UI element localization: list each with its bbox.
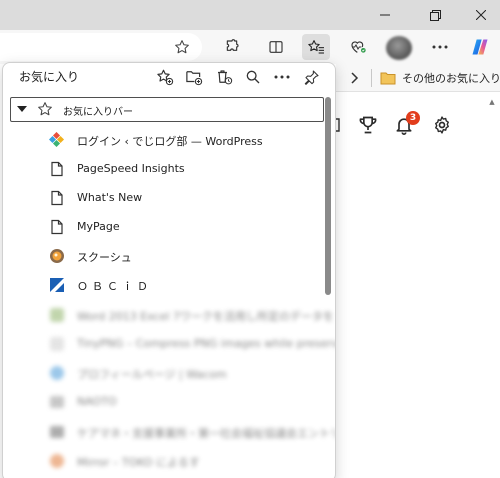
copilot-icon [472,39,488,55]
more-options-button[interactable] [271,66,293,88]
favorite-label: Word 2013 Excel 7ワークを活用し所定のデータを [77,310,334,323]
restore-icon [429,9,441,21]
favorite-label: ＯＢＣｉＤ [77,280,152,293]
more-icon [274,75,290,79]
copilot-button[interactable] [466,34,494,60]
favorite-item-blurred[interactable]: TinyPNG – Compress PNG images while pres… [49,333,335,355]
favorite-item-obcid[interactable]: ＯＢＣｉＤ [49,274,319,296]
favorite-label: スクーシュ [77,251,132,264]
delete-favorites-button[interactable] [213,66,235,88]
orange-avatar-icon [49,248,65,264]
favorite-item-pagespeed[interactable]: PageSpeed Insights [49,158,319,180]
favorites-bar-overflow-chevron[interactable] [350,70,364,86]
page-icon [49,190,65,206]
folder-icon [380,70,396,85]
favorite-label: ログイン ‹ でじログ部 — WordPress [77,135,263,148]
notification-badge: 3 [406,111,420,125]
favorite-item-mypage[interactable]: MyPage [49,216,319,238]
wordpress-diamond-icon [48,131,65,148]
caret-down-icon[interactable] [17,106,27,112]
favorite-label: Mirror – TOKO によるす [77,456,200,469]
add-folder-icon [186,71,203,86]
favorite-item-blurred[interactable]: NAOTO [49,391,319,413]
favorite-item-blurred[interactable]: ケアマネ・支援事業所・第一社会福祉協議会エントリー [49,421,335,443]
page-scrollbar[interactable]: ▲ [488,98,496,468]
page-icon [49,161,65,177]
minimize-icon [380,14,390,16]
favorites-bar-separator [371,69,372,87]
close-button[interactable] [458,0,500,30]
page-partial-icon [336,117,342,136]
blurred-icon [49,453,65,469]
other-favorites-folder[interactable]: その他のお気に入り [402,70,500,86]
blurred-icon [49,365,65,381]
browser-essentials-button[interactable] [344,34,372,60]
add-favorite-icon [157,69,174,86]
web-page-area [336,92,500,478]
split-screen-button[interactable] [262,34,290,60]
add-to-favorites-button[interactable] [168,34,196,60]
panel-title: お気に入り [19,70,80,84]
favorite-item-skoosh[interactable]: スクーシュ [49,245,319,267]
favorite-item-wordpress[interactable]: ログイン ‹ でじログ部 — WordPress [48,129,319,151]
panel-scrollbar-thumb[interactable] [325,97,331,295]
star-outline-icon [37,101,53,121]
pin-panel-button[interactable] [301,66,323,88]
favorite-label: PageSpeed Insights [77,162,185,175]
blurred-icon [49,424,65,440]
pin-icon [304,70,319,85]
favorite-label: ケアマネ・支援事業所・第一社会福祉協議会エントリー [77,427,336,440]
favorite-item-blurred[interactable]: Mirror – TOKO によるす [49,450,319,472]
favorite-label: What's New [77,191,143,204]
split-screen-icon [269,41,283,53]
favorite-item-blurred[interactable]: プロフィールページ | Wacom [49,362,319,384]
favorites-icon [308,40,324,54]
add-folder-button[interactable] [183,66,205,88]
favorite-label: MyPage [77,220,120,233]
chevron-right-icon [351,72,359,84]
favorite-label: プロフィールページ | Wacom [77,368,227,381]
star-outline-icon [175,40,189,54]
search-favorites-button[interactable] [242,66,264,88]
minimize-button[interactable] [362,0,408,30]
restore-button[interactable] [412,0,458,30]
close-icon [476,10,486,20]
blurred-icon [49,307,65,323]
title-bar [0,0,500,30]
delete-history-icon [218,70,233,85]
blurred-icon [49,336,65,352]
settings-and-more-button[interactable] [426,34,454,60]
obcid-logo-icon [49,277,65,293]
favorites-panel: お気に入り お気に入りバー ログイン ‹ でじログ部 — WordPress P… [2,62,336,478]
blurred-icon [49,394,65,410]
scroll-up-arrow-icon[interactable]: ▲ [488,98,496,108]
folder-label: お気に入りバー [63,107,133,118]
favorite-label: NAOTO [77,395,117,408]
health-heart-icon [351,41,366,53]
extensions-button[interactable] [218,34,246,60]
favorite-label: TinyPNG – Compress PNG images while pres… [77,337,336,350]
favorites-bar-folder[interactable]: お気に入りバー [10,97,324,122]
profile-avatar[interactable] [386,36,412,60]
browser-toolbar [0,30,500,64]
favorite-item-blurred[interactable]: Word 2013 Excel 7ワークを活用し所定のデータを [49,304,334,326]
gear-icon[interactable] [432,115,452,139]
page-icon [49,219,65,235]
trophy-icon[interactable] [358,115,378,139]
more-icon [432,45,448,49]
favorites-button[interactable] [302,34,330,60]
extensions-icon [226,39,239,51]
search-icon [246,70,260,84]
favorite-item-whats-new[interactable]: What's New [49,187,319,209]
add-favorite-button[interactable] [154,66,176,88]
